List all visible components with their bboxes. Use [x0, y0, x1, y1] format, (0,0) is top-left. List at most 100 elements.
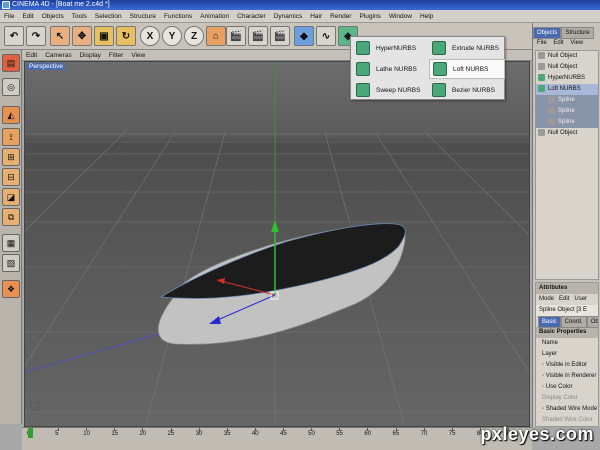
timeline-tick-label: 65	[392, 431, 400, 437]
sweep-nurbs-item[interactable]: Sweep NURBS	[353, 80, 429, 100]
x-axis-button[interactable]: X	[140, 26, 160, 46]
menu-item-help[interactable]: Help	[416, 10, 437, 23]
menu-item-edit[interactable]: Edit	[18, 10, 37, 23]
menu-item-selection[interactable]: Selection	[91, 10, 126, 23]
live-selection-button[interactable]: ↖	[50, 26, 70, 46]
hypernurbs-icon	[356, 41, 370, 55]
viewport-menu-cameras[interactable]: Cameras	[41, 50, 75, 61]
object-row[interactable]: Null Object	[536, 51, 598, 62]
use-texture-tool-button[interactable]: ◭	[2, 106, 20, 124]
menu-item-render[interactable]: Render	[326, 10, 355, 23]
attributes-title: Attributes	[536, 283, 598, 294]
attribute-property[interactable]: ◦ Shaded Wire Mode	[536, 404, 598, 415]
workplane-button[interactable]: ▧	[2, 254, 20, 272]
attribute-property[interactable]: ◦ Use Color	[536, 382, 598, 393]
loft-nurbs-item[interactable]: Loft NURBS	[429, 59, 505, 79]
y-axis-button[interactable]: Y	[162, 26, 182, 46]
menu-item-plugins[interactable]: Plugins	[355, 10, 384, 23]
undo-icon: ↶	[9, 30, 19, 42]
viewport-menu-view[interactable]: View	[127, 50, 149, 61]
object-row[interactable]: Null Object	[536, 128, 598, 139]
loft-nurbs-icon	[433, 62, 447, 76]
object-row-label: Null Object	[548, 130, 578, 136]
attributes-menu-mode[interactable]: Mode	[539, 296, 554, 302]
object-row[interactable]: Loft NURBS	[536, 84, 598, 95]
attributes-menu: Mode Edit User	[536, 294, 598, 305]
coordinate-system-button[interactable]: ⌂	[206, 26, 226, 46]
objects-menu-file[interactable]: File	[537, 40, 547, 46]
attribute-property[interactable]: Name	[536, 338, 598, 349]
menu-item-file[interactable]: File	[0, 10, 18, 23]
viewport-menu-display[interactable]: Display	[76, 50, 105, 61]
spline-icon	[548, 95, 555, 103]
attribute-property[interactable]: ◦ Visible in Editor	[536, 360, 598, 371]
undo-button[interactable]: ↶	[4, 26, 24, 46]
scale-icon: ▣	[99, 30, 109, 42]
use-model-tool-button[interactable]: ▤	[2, 54, 20, 72]
texture-icon: ◭	[7, 109, 15, 120]
object-row[interactable]: Spline	[536, 106, 598, 117]
hypernurbs-item[interactable]: HyperNURBS	[353, 38, 429, 58]
object-row[interactable]: HyperNURBS	[536, 73, 598, 84]
menu-item-hair[interactable]: Hair	[306, 10, 326, 23]
enable-snapping-button[interactable]: ▦	[2, 234, 20, 252]
object-row[interactable]: Null Object	[536, 62, 598, 73]
redo-button[interactable]: ↷	[26, 26, 46, 46]
timeline[interactable]: 0510152025303540455055606570758085	[22, 427, 532, 450]
axis-icon: ⟟	[9, 131, 13, 142]
workplane-icon: ▧	[6, 257, 16, 268]
menu-item-structure[interactable]: Structure	[126, 10, 160, 23]
z-axis-button[interactable]: Z	[184, 26, 204, 46]
menu-item-character[interactable]: Character	[233, 10, 270, 23]
use-edges-tool-button[interactable]: ⊟	[2, 168, 20, 186]
tweak-mode-button[interactable]: ⧉	[2, 208, 20, 226]
attributes-menu-user[interactable]: User	[574, 296, 587, 302]
render-view-button[interactable]: 🎬	[226, 26, 246, 46]
attribute-property[interactable]: Layer	[536, 349, 598, 360]
attribute-property[interactable]: Display Color	[536, 393, 598, 404]
sweep-nurbs-icon	[356, 83, 370, 97]
menu-item-window[interactable]: Window	[385, 10, 416, 23]
timeline-tick-label: 5	[55, 431, 59, 437]
move-button[interactable]: ✥	[72, 26, 92, 46]
spline-tools-button[interactable]: ∿	[316, 26, 336, 46]
timeline-tick-label: 10	[83, 431, 90, 437]
objects-menu-view[interactable]: View	[570, 40, 583, 46]
perspective-viewport[interactable]: Perspective	[24, 61, 530, 427]
object-row[interactable]: Spline	[536, 117, 598, 128]
use-polygons-tool-button[interactable]: ◪	[2, 188, 20, 206]
clapper-icon: 🎬	[229, 30, 243, 42]
hypernurbs-label: HyperNURBS	[376, 44, 417, 52]
soft-selection-button[interactable]: ❖	[2, 280, 20, 298]
menu-item-tools[interactable]: Tools	[68, 10, 91, 23]
viewport-menu-edit[interactable]: Edit	[22, 50, 41, 61]
menu-item-dynamics[interactable]: Dynamics	[270, 10, 307, 23]
scale-button[interactable]: ▣	[94, 26, 114, 46]
attributes-menu-edit[interactable]: Edit	[559, 296, 569, 302]
null-object-icon	[538, 62, 545, 70]
viewport-menu-filter[interactable]: Filter	[105, 50, 127, 61]
bezier-nurbs-label: Bezier NURBS	[452, 86, 495, 94]
rotate-button[interactable]: ↻	[116, 26, 136, 46]
use-axis-tool-button[interactable]: ⟟	[2, 128, 20, 146]
cube-button[interactable]: ◆	[294, 26, 314, 46]
object-row[interactable]: Spline	[536, 95, 598, 106]
menu-item-objects[interactable]: Objects	[38, 10, 68, 23]
use-object-tool-button[interactable]: ◎	[2, 78, 20, 96]
lathe-nurbs-item[interactable]: Lathe NURBS	[353, 59, 429, 79]
redo-icon: ↷	[31, 30, 41, 42]
render-settings-button[interactable]: 🎬	[270, 26, 290, 46]
timeline-playhead[interactable]	[28, 428, 33, 438]
object-manager-menu: File Edit View	[533, 38, 600, 48]
render-picture-viewer-button[interactable]: 🎬	[248, 26, 268, 46]
tab-object[interactable]: Object	[586, 316, 598, 328]
objects-menu-edit[interactable]: Edit	[553, 40, 563, 46]
attribute-property[interactable]: ◦ Visible in Renderer	[536, 371, 598, 382]
bezier-nurbs-item[interactable]: Bezier NURBS	[429, 80, 505, 100]
attributes-panel: Attributes Mode Edit User Spline Object …	[535, 282, 599, 427]
extrude-nurbs-item[interactable]: Extrude NURBS	[429, 38, 505, 58]
menu-item-functions[interactable]: Functions	[160, 10, 196, 23]
menu-item-animation[interactable]: Animation	[196, 10, 233, 23]
use-points-tool-button[interactable]: ⊞	[2, 148, 20, 166]
menu-bar: File Edit Objects Tools Selection Structure Fu…	[0, 10, 600, 23]
